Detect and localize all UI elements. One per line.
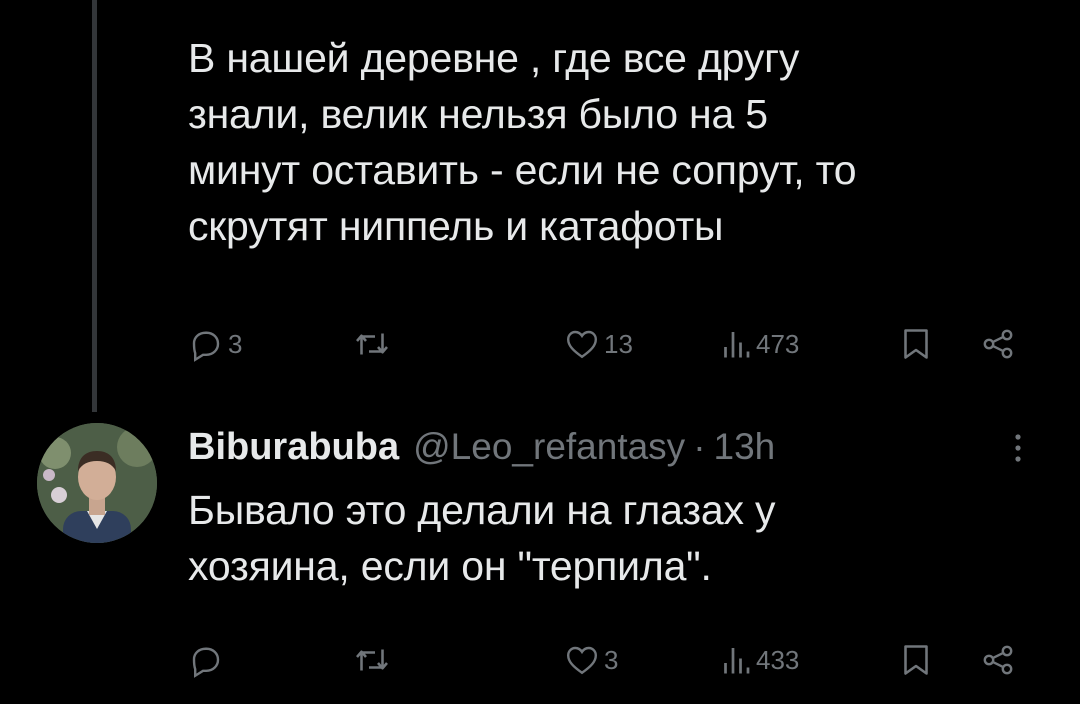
- repost-icon: [356, 333, 388, 355]
- views-count: 473: [756, 328, 800, 359]
- share-button[interactable]: [978, 324, 1018, 364]
- meta-separator: ·: [693, 426, 706, 467]
- like-count: 13: [604, 328, 633, 359]
- post-text-line: хозяина, если он "терпила".: [188, 543, 712, 589]
- author-name[interactable]: Biburabuba: [188, 426, 399, 469]
- share-icon: [983, 645, 1013, 675]
- views-icon: [724, 648, 750, 674]
- bookmark-button[interactable]: [900, 640, 932, 680]
- post-text-line: знали, велик нельзя было на 5: [188, 91, 768, 137]
- like-button[interactable]: 3: [564, 640, 618, 680]
- views-button[interactable]: 473: [720, 324, 799, 364]
- post-action-bar: 3 13 473: [188, 324, 1028, 364]
- post-text-line: Бывало это делали на глазах у: [188, 487, 776, 533]
- bookmark-icon: [904, 645, 928, 675]
- reply-icon: [192, 647, 220, 678]
- share-icon: [983, 329, 1013, 359]
- thread-connector-line: [92, 0, 97, 412]
- views-button[interactable]: 433: [720, 640, 799, 680]
- author-handle[interactable]: @Leo_refantasy: [413, 426, 685, 468]
- reply-icon: [192, 331, 220, 362]
- views-icon: [724, 332, 750, 358]
- post-body[interactable]: В нашей деревне , где все другу знали, в…: [188, 30, 857, 254]
- post-timestamp[interactable]: 13h: [714, 426, 776, 468]
- repost-icon: [356, 649, 388, 671]
- like-count: 3: [604, 644, 619, 675]
- avatar-photo: [37, 423, 157, 543]
- repost-button[interactable]: [352, 324, 396, 364]
- more-icon: [1015, 434, 1021, 462]
- post-text-line: В нашей деревне , где все другу: [188, 35, 800, 81]
- post-action-bar: 3 433: [188, 640, 1028, 680]
- views-count: 433: [756, 644, 800, 675]
- like-button[interactable]: 13: [564, 324, 633, 364]
- bookmark-button[interactable]: [900, 324, 932, 364]
- heart-icon: [566, 646, 598, 675]
- heart-icon: [566, 330, 598, 359]
- repost-button[interactable]: [352, 640, 396, 680]
- post-header: Biburabuba @Leo_refantasy · 13h: [188, 422, 775, 472]
- post-body[interactable]: Бывало это делали на глазах у хозяина, е…: [188, 482, 775, 594]
- reply-button[interactable]: 3: [188, 324, 242, 364]
- post-text-line: скрутят ниппель и катафоты: [188, 203, 724, 249]
- reply-button[interactable]: [188, 640, 228, 680]
- post-text: В нашей деревне , где все другу знали, в…: [188, 30, 857, 254]
- post-text: Бывало это делали на глазах у хозяина, е…: [188, 482, 775, 594]
- reply-count: 3: [228, 328, 243, 359]
- more-options-button[interactable]: [1008, 428, 1028, 468]
- share-button[interactable]: [978, 640, 1018, 680]
- post-text-line: минут оставить - если не сопрут, то: [188, 147, 857, 193]
- bookmark-icon: [904, 329, 928, 359]
- avatar[interactable]: [37, 423, 157, 543]
